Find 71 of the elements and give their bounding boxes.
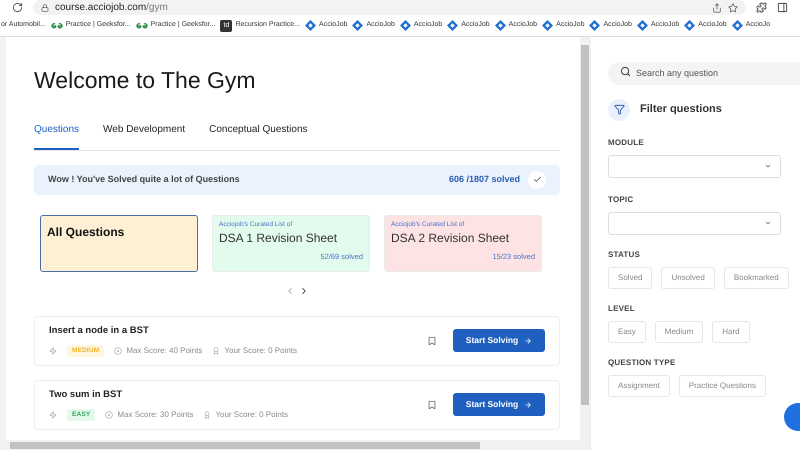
your-score: Your Score: 0 Points [215,409,288,422]
diamond-logo-icon [494,20,506,31]
sheet-title: DSA 1 Revision Sheet [219,230,338,248]
filter-option[interactable]: Solved [608,266,652,288]
filter-title: Filter questions [640,102,722,118]
search-field[interactable]: Search any question [608,62,800,84]
diamond-logo-icon [636,20,648,31]
arrow-right-icon [524,400,532,408]
tab[interactable]: Web Development [103,122,186,150]
question-title: Two sum in BST [49,388,124,402]
filter-option[interactable]: Medium [654,320,704,342]
filter-label: MODULE [608,136,645,148]
diamond-logo-icon [589,20,600,31]
lightning-icon [49,411,57,420]
banner-message: Wow ! You've Solved quite a lot of Questions [48,172,240,186]
disc-icon [105,411,114,420]
diamond-logo-icon [542,20,554,31]
vertical-scrollbar[interactable] [580,37,590,450]
filter-option[interactable]: Assignment [608,374,670,396]
gfg-logo-icon [136,22,148,30]
extensions-icon[interactable] [756,2,767,13]
diamond-logo-icon [305,20,316,31]
dropdown-field[interactable] [608,154,781,178]
start-solving-button[interactable]: Start Solving [453,329,545,352]
dropdown-caret-icon [764,162,772,170]
side-panel-icon[interactable] [777,2,788,13]
your-score: Your Score: 0 Points [224,345,298,358]
address-bar[interactable]: course.acciojob.com/gym [33,0,746,15]
url-text: course.acciojob.com/gym [55,1,168,15]
tab[interactable]: Questions [34,122,80,150]
search-icon [620,66,631,77]
filter-option[interactable]: Practice Questions [678,374,766,396]
arrow-right-icon [524,336,532,344]
check-badge [528,170,546,188]
bookmark-icon[interactable] [427,400,437,410]
filter-option[interactable]: Easy [608,320,646,342]
share-icon[interactable] [712,2,722,12]
filter-option[interactable]: Bookmarked [724,266,789,288]
bookmark-icon[interactable] [427,336,437,346]
max-score: Max Score: 30 Points [117,409,194,422]
sheet-title: All Questions [47,224,126,240]
gfg-logo-icon [50,22,63,30]
filter-label: QUESTION TYPE [608,356,676,368]
filter-option[interactable]: Hard [712,320,750,342]
filter-label: TOPIC [608,194,634,206]
star-icon[interactable] [728,2,738,12]
sheet-title: DSA 2 Revision Sheet [391,230,510,248]
solved-count: 606 /1807 solved [448,172,520,186]
lock-icon [41,4,49,12]
tab[interactable]: Conceptual Questions [209,122,308,150]
filter-label: LEVEL [608,302,636,314]
sheet-card[interactable]: All Questions [40,214,198,272]
max-score: Max Score: 40 Points [126,345,202,358]
dropdown-caret-icon [764,219,772,227]
diamond-logo-icon [732,20,743,31]
diamond-logo-icon [447,20,458,31]
page-title: Welcome to The Gym [34,66,257,95]
diamond-logo-icon [352,20,364,31]
award-icon [212,347,220,356]
lightning-icon [49,347,57,356]
reload-icon[interactable] [12,2,23,13]
award-icon [203,411,212,420]
start-solving-button[interactable]: Start Solving [453,393,545,416]
diamond-logo-icon [400,20,411,31]
diamond-logo-icon [684,20,696,31]
filter-icon [608,98,630,120]
filter-label: STATUS [608,248,642,260]
dropdown-field[interactable] [608,212,781,234]
disc-icon [114,347,122,356]
filter-option[interactable]: Unsolved [661,266,715,288]
question-title: Insert a node in a BST [49,324,150,338]
